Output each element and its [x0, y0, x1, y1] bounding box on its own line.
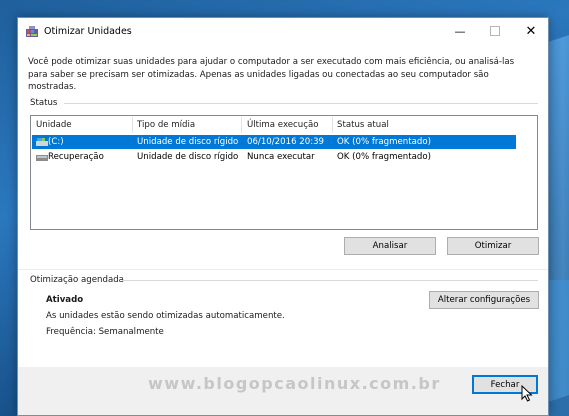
drive-last-run: 06/10/2016 20:39 — [247, 137, 325, 147]
close-button[interactable]: ✕ — [519, 22, 543, 42]
optimize-button[interactable]: Otimizar — [447, 237, 539, 255]
drive-name: Recuperação — [48, 152, 104, 162]
schedule-frequency: Frequência: Semanalmente — [46, 327, 164, 337]
analyze-button[interactable]: Analisar — [344, 237, 436, 255]
optimize-drives-window: Otimizar Unidades — ✕ Você pode otimizar… — [17, 17, 549, 416]
maximize-button[interactable] — [483, 22, 507, 42]
drive-media-type: Unidade de disco rígido — [137, 152, 239, 162]
drive-media-type: Unidade de disco rígido — [137, 137, 239, 147]
minimize-button[interactable]: — — [448, 22, 472, 42]
description-text: Você pode otimizar suas unidades para aj… — [28, 57, 515, 92]
drives-list[interactable]: Unidade Tipo de mídia Última execução St… — [30, 115, 538, 230]
column-divider[interactable] — [132, 117, 133, 133]
column-divider[interactable] — [332, 117, 333, 133]
scheduled-separator — [122, 280, 538, 281]
watermark-text: www.blogopcaolinux.com.br — [148, 374, 441, 393]
drive-status: OK (0% fragmentado) — [337, 152, 431, 162]
title-bar[interactable]: Otimizar Unidades — ✕ — [18, 18, 548, 46]
window-title: Otimizar Unidades — [44, 26, 132, 37]
defrag-app-icon — [26, 26, 38, 37]
column-header-last-run[interactable]: Última execução — [247, 120, 318, 130]
maximize-icon — [490, 25, 500, 36]
drive-status: OK (0% fragmentado) — [337, 137, 431, 147]
status-section-label: Status — [30, 98, 58, 108]
schedule-state: Ativado — [46, 295, 84, 305]
system-drive-icon — [36, 138, 48, 146]
mouse-cursor-icon — [521, 385, 533, 402]
status-separator — [64, 103, 538, 104]
drive-row-recovery[interactable]: Recuperação Unidade de disco rígido Nunc… — [32, 150, 516, 164]
drive-row-c[interactable]: (C:) Unidade de disco rígido 06/10/2016 … — [32, 135, 516, 149]
scheduled-section-label: Otimização agendada — [30, 275, 124, 285]
column-divider[interactable] — [241, 117, 242, 133]
schedule-info: As unidades estão sendo otimizadas autom… — [46, 311, 285, 321]
drive-name: (C:) — [48, 137, 64, 147]
column-header-drive[interactable]: Unidade — [36, 120, 72, 130]
hard-drive-icon — [36, 155, 48, 161]
drive-last-run: Nunca executar — [247, 152, 315, 162]
column-header-media-type[interactable]: Tipo de mídia — [137, 120, 195, 130]
column-header-current-status[interactable]: Status atual — [337, 120, 389, 130]
change-settings-button[interactable]: Alterar configurações — [429, 291, 539, 309]
scheduled-top-separator — [18, 269, 548, 270]
